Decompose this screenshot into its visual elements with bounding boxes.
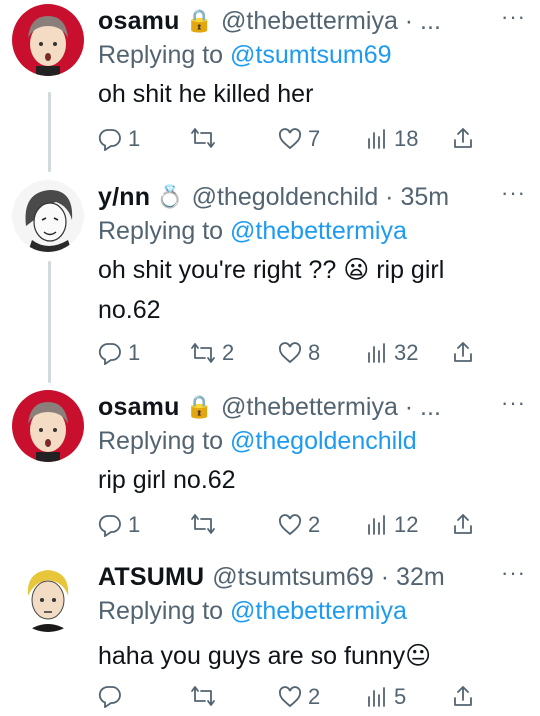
views-button[interactable]: 32 [366,340,418,366]
tweet[interactable]: osamu 🔒 @thebettermiya · ... Replying to… [0,390,540,550]
share-icon [454,342,472,362]
views-button[interactable]: 5 [366,684,406,710]
tweet-text: oh shit he killed her [98,80,314,108]
retweet-count: 2 [222,340,235,365]
display-name[interactable]: osamu [98,393,180,422]
avatar-image [12,4,84,76]
share-button[interactable] [452,340,474,364]
like-button[interactable]: 2 [278,512,320,538]
bar-chart-icon [368,687,385,707]
display-name[interactable]: y/nn [98,183,150,212]
retweet-icon [191,686,215,706]
handle-and-time[interactable]: @thegoldenchild · 35m [192,183,528,212]
views-count: 18 [394,126,419,151]
share-icon [454,128,472,148]
action-bar: 1 7 18 [98,126,478,156]
views-button[interactable]: 18 [366,126,418,152]
display-name[interactable]: ATSUMU [98,563,204,592]
views-count: 12 [394,512,419,537]
replying-prefix: Replying to [98,597,231,625]
avatar-image [12,180,84,252]
handle-and-time[interactable]: @thebettermiya · ... [221,393,528,422]
reply-button[interactable]: 1 [98,512,140,538]
bar-chart-icon [368,515,385,535]
mention-link[interactable]: @thegoldenchild [230,427,417,455]
heart-icon [278,342,302,364]
reply-button[interactable] [98,684,128,708]
tweet-text: rip girl no.62 [98,466,236,494]
action-bar: 1 2 8 32 [98,340,478,370]
avatar[interactable] [12,4,84,76]
lock-icon: 🔒 [185,394,213,419]
retweet-button[interactable] [190,512,222,536]
reply-count: 1 [128,126,141,151]
handle-and-time[interactable]: @thebettermiya · ... [221,7,528,36]
mention-link[interactable]: @tsumtsum69 [230,41,392,69]
speech-bubble-icon [98,129,121,151]
display-name[interactable]: osamu [98,7,180,36]
like-count: 8 [308,340,321,365]
retweet-icon [191,514,215,534]
speech-bubble-icon [98,515,121,537]
ring-icon: 💍 [156,184,184,209]
bar-chart-icon [368,129,385,149]
views-count: 32 [394,340,419,365]
more-options-icon[interactable]: ··· [501,180,526,206]
reply-button[interactable]: 1 [98,340,140,366]
like-count: 2 [308,512,321,537]
tweet[interactable]: y/nn 💍 @thegoldenchild · 35m Replying to… [0,180,540,380]
bar-chart-icon [368,343,385,363]
replying-prefix: Replying to [98,41,231,69]
more-options-icon[interactable]: ··· [501,560,526,586]
retweet-icon [191,128,215,148]
share-button[interactable] [452,512,474,536]
tweet[interactable]: ATSUMU @tsumtsum69 · 32m Replying to @th… [0,560,540,716]
handle-and-time[interactable]: @tsumtsum69 · 32m [212,563,528,592]
like-button[interactable]: 2 [278,684,320,710]
share-button[interactable] [452,684,474,708]
replying-to: Replying to @thebettermiya [98,214,528,248]
like-button[interactable]: 7 [278,126,320,152]
retweet-button[interactable] [190,684,222,708]
tweet[interactable]: osamu 🔒 @thebettermiya · ... Replying to… [0,4,540,164]
heart-icon [278,128,302,150]
tweet-text: oh shit you're right ?? 😦 rip girl no.62 [98,256,445,324]
retweet-button[interactable]: 2 [190,340,234,366]
reply-count: 1 [128,512,141,537]
more-options-icon[interactable]: ··· [501,4,526,30]
replying-prefix: Replying to [98,427,231,455]
avatar[interactable] [12,180,84,252]
share-button[interactable] [452,126,474,150]
replying-to: Replying to @thebettermiya [98,594,528,628]
share-icon [454,514,472,534]
like-count: 7 [308,126,321,151]
heart-icon [278,686,302,708]
more-options-icon[interactable]: ··· [501,390,526,416]
avatar-image [12,560,84,632]
replying-to: Replying to @thegoldenchild [98,424,528,458]
reply-count: 1 [128,340,141,365]
like-button[interactable]: 8 [278,340,320,366]
lock-icon: 🔒 [185,8,213,33]
reply-button[interactable]: 1 [98,126,140,152]
heart-icon [278,514,302,536]
replying-prefix: Replying to [98,217,231,245]
mention-link[interactable]: @thebettermiya [230,597,407,625]
avatar-image [12,390,84,462]
avatar[interactable] [12,560,84,632]
views-count: 5 [394,684,407,709]
share-icon [454,686,472,706]
action-bar: 1 2 12 [98,512,478,542]
retweet-icon [191,343,215,363]
replying-to: Replying to @tsumtsum69 [98,38,528,72]
action-bar: 2 5 [98,684,478,714]
speech-bubble-icon [98,686,121,708]
mention-link[interactable]: @thebettermiya [230,217,407,245]
views-button[interactable]: 12 [366,512,418,538]
retweet-button[interactable] [190,126,222,150]
speech-bubble-icon [98,343,121,365]
tweet-text: haha you guys are so funny😐 [98,642,432,670]
like-count: 2 [308,684,321,709]
avatar[interactable] [12,390,84,462]
